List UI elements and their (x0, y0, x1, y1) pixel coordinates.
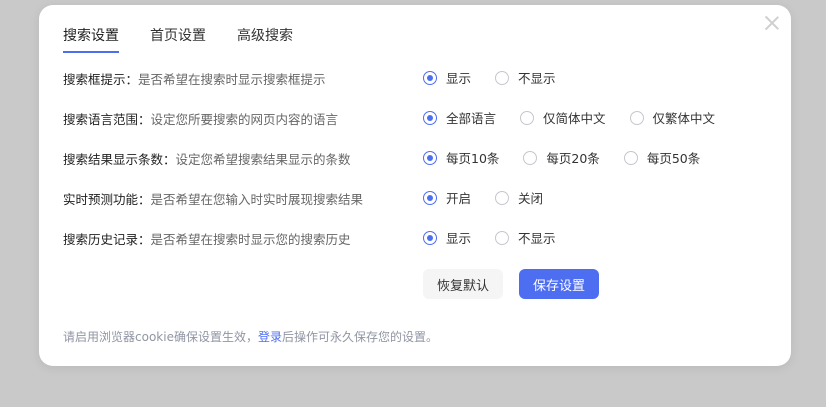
radio-option-10[interactable]: 每页10条 (423, 148, 499, 167)
radio-button[interactable] (423, 70, 437, 85)
cookie-notice-text-end: 后操作可永久保存您的设置。 (281, 330, 438, 344)
radio-button[interactable] (423, 150, 437, 165)
option-label: 仅简体中文 (543, 111, 606, 126)
save-settings-button[interactable]: 保存设置 (519, 269, 599, 299)
setting-desc: 是否希望在搜索时显示搜索框提示 (138, 72, 326, 87)
login-link[interactable]: 登录 (258, 330, 282, 344)
radio-option-50[interactable]: 每页50条 (623, 148, 701, 167)
radio-option-show[interactable]: 显示 (423, 68, 471, 87)
settings-tabs: 搜索设置 首页设置 高级搜索 (63, 25, 293, 53)
radio-option-off[interactable]: 关闭 (495, 188, 543, 207)
option-label: 显示 (446, 71, 472, 86)
radio-button[interactable] (423, 110, 437, 125)
option-label: 不显示 (518, 231, 556, 246)
radio-button[interactable] (495, 230, 510, 245)
setting-label: 搜索结果显示条数：设定您希望搜索结果显示的条数 (63, 149, 351, 168)
option-label: 显示 (446, 231, 472, 246)
radio-button[interactable] (629, 110, 644, 125)
radio-option-on[interactable]: 开启 (423, 188, 471, 207)
tab-homepage-settings[interactable]: 首页设置 (150, 25, 206, 51)
radio-button[interactable] (520, 110, 535, 125)
radio-button[interactable] (423, 230, 437, 245)
option-label: 每页10条 (446, 151, 500, 166)
option-label: 仅繁体中文 (652, 111, 716, 126)
restore-defaults-button[interactable]: 恢复默认 (423, 269, 503, 299)
option-label: 不显示 (518, 71, 556, 86)
setting-title: 搜索框提示： (63, 72, 139, 87)
setting-row-results-count: 搜索结果显示条数：设定您希望搜索结果显示的条数 每页10条 每页20条 每页50… (63, 148, 763, 168)
setting-desc: 设定您所要搜索的网页内容的语言 (150, 112, 339, 127)
setting-title: 搜索结果显示条数： (63, 152, 176, 167)
setting-row-search-suggest: 搜索框提示：是否希望在搜索时显示搜索框提示 显示 不显示 (63, 68, 763, 88)
option-label: 关闭 (518, 191, 544, 206)
radio-button[interactable] (495, 70, 510, 85)
setting-row-language: 搜索语言范围：设定您所要搜索的网页内容的语言 全部语言 仅简体中文 仅繁体中文 (63, 108, 763, 128)
setting-title: 搜索历史记录： (63, 232, 151, 247)
tab-advanced-search[interactable]: 高级搜索 (237, 25, 293, 51)
cookie-notice-text: 请启用浏览器cookie确保设置生效， (63, 330, 258, 344)
radio-option-show[interactable]: 显示 (423, 228, 471, 247)
option-label: 每页20条 (546, 151, 600, 166)
radio-option-all-languages[interactable]: 全部语言 (423, 108, 496, 127)
setting-desc: 是否希望在您输入时实时展现搜索结果 (150, 192, 364, 207)
option-label: 全部语言 (446, 111, 497, 126)
setting-desc: 是否希望在搜索时显示您的搜索历史 (150, 232, 351, 247)
setting-label: 实时预测功能：是否希望在您输入时实时展现搜索结果 (63, 189, 363, 208)
radio-option-hide[interactable]: 不显示 (495, 68, 556, 87)
setting-title: 实时预测功能： (63, 192, 151, 207)
radio-option-simplified[interactable]: 仅简体中文 (520, 108, 606, 127)
setting-label: 搜索框提示：是否希望在搜索时显示搜索框提示 (63, 69, 326, 88)
radio-button[interactable] (623, 150, 638, 165)
setting-label: 搜索历史记录：是否希望在搜索时显示您的搜索历史 (63, 229, 351, 248)
radio-option-traditional[interactable]: 仅繁体中文 (629, 108, 716, 127)
setting-desc: 设定您希望搜索结果显示的条数 (175, 152, 351, 167)
radio-option-hide[interactable]: 不显示 (495, 228, 556, 247)
option-label: 开启 (446, 191, 472, 206)
radio-button[interactable] (495, 190, 510, 205)
setting-label: 搜索语言范围：设定您所要搜索的网页内容的语言 (63, 109, 338, 128)
settings-dialog: 搜索设置 首页设置 高级搜索 搜索框提示：是否希望在搜索时显示搜索框提示 显示 … (39, 5, 791, 366)
setting-row-search-history: 搜索历史记录：是否希望在搜索时显示您的搜索历史 显示 不显示 (63, 228, 763, 248)
close-icon[interactable] (763, 14, 781, 32)
tab-search-settings[interactable]: 搜索设置 (63, 25, 119, 53)
option-label: 每页50条 (646, 151, 701, 166)
radio-button[interactable] (423, 190, 437, 205)
radio-option-20[interactable]: 每页20条 (523, 148, 600, 167)
setting-title: 搜索语言范围： (63, 112, 151, 127)
setting-row-realtime-predict: 实时预测功能：是否希望在您输入时实时展现搜索结果 开启 关闭 (63, 188, 763, 208)
cookie-notice: 请启用浏览器cookie确保设置生效，登录后操作可永久保存您的设置。 (63, 328, 438, 345)
radio-button[interactable] (523, 150, 538, 165)
